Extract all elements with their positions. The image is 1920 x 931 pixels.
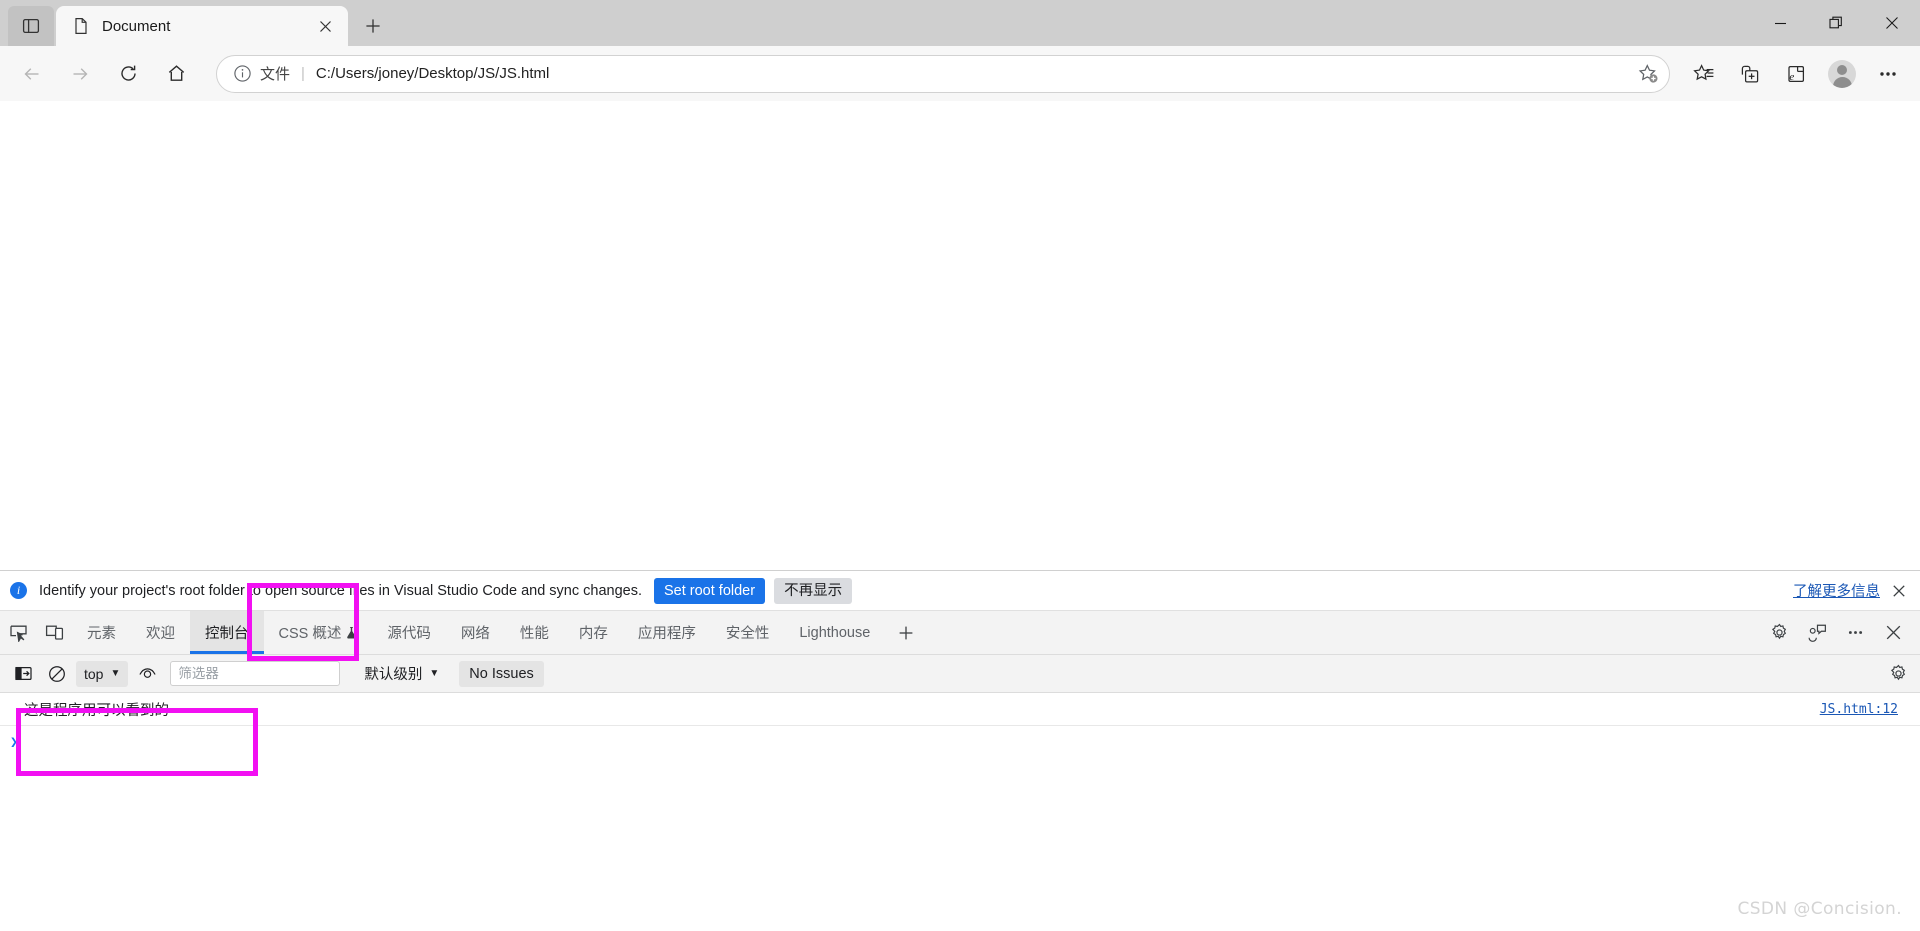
- info-icon: i: [10, 582, 27, 599]
- browser-title-bar: Document: [0, 0, 1920, 46]
- flask-icon: [346, 626, 357, 639]
- console-issues-badge[interactable]: No Issues: [459, 660, 544, 687]
- console-toolbar: top ▼ 默认级别 ▼ No Issues: [0, 655, 1920, 693]
- devtools-tab-welcome[interactable]: 欢迎: [131, 611, 190, 654]
- tab-label: 安全性: [725, 626, 770, 642]
- address-scheme-label: 文件: [260, 66, 291, 83]
- document-icon: [72, 17, 90, 35]
- watermark: CSDN @Concision.: [1737, 899, 1902, 919]
- devtools-infobar: i Identify your project's root folder to…: [0, 571, 1920, 611]
- console-message-text: 这是程序用可以看到的: [24, 702, 169, 719]
- svg-text:e: e: [1789, 71, 1794, 83]
- info-icon[interactable]: [233, 64, 253, 84]
- add-favorite-icon[interactable]: [1633, 59, 1663, 89]
- devtools-tab-lighthouse[interactable]: Lighthouse: [784, 611, 885, 654]
- devtools-tabbar: 元素 欢迎 控制台 CSS 概述 源代码 网络 性能 内存 应用程序 安全性 L…: [0, 611, 1920, 655]
- close-tab-icon[interactable]: [312, 13, 338, 39]
- avatar: [1828, 59, 1856, 88]
- devtools-tab-console[interactable]: 控制台: [190, 611, 264, 654]
- console-context-selector[interactable]: top ▼: [76, 660, 129, 687]
- tab-label: 欢迎: [146, 626, 175, 642]
- devtools-panel: i Identify your project's root folder to…: [0, 570, 1920, 868]
- browser-toolbar: 文件 | C:/Users/joney/Desktop/JS/JS.html e: [0, 46, 1920, 101]
- devtools-close-icon[interactable]: [1874, 614, 1912, 652]
- console-settings-icon[interactable]: [1882, 659, 1914, 689]
- console-output[interactable]: 这是程序用可以看到的 JS.html:12 ❯: [0, 693, 1920, 868]
- devtools-more-icon[interactable]: [1836, 614, 1874, 652]
- devtools-tab-network[interactable]: 网络: [446, 611, 505, 654]
- devtools-tab-sources[interactable]: 源代码: [372, 611, 446, 654]
- browser-tab[interactable]: Document: [56, 6, 348, 46]
- settings-more-icon[interactable]: [1868, 54, 1908, 94]
- devtools-settings-gear-icon[interactable]: [1760, 614, 1798, 652]
- address-separator: |: [301, 65, 305, 82]
- favorites-icon[interactable]: [1684, 54, 1724, 94]
- console-message-row[interactable]: 这是程序用可以看到的 JS.html:12: [0, 693, 1920, 726]
- tab-label: 控制台: [205, 626, 249, 642]
- device-toolbar-icon[interactable]: [36, 611, 72, 654]
- tab-label: 网络: [460, 626, 490, 642]
- ie-mode-icon[interactable]: e: [1776, 54, 1816, 94]
- console-sidebar-icon[interactable]: [8, 660, 38, 688]
- chevron-down-icon: ▼: [110, 668, 121, 679]
- profile-avatar[interactable]: [1822, 54, 1862, 94]
- tab-label: 源代码: [387, 626, 431, 642]
- devtools-tab-css-overview[interactable]: CSS 概述: [264, 611, 373, 654]
- devtools-tabbar-actions: [1760, 611, 1920, 654]
- devtools-tab-elements[interactable]: 元素: [72, 611, 131, 654]
- add-panel-icon[interactable]: [885, 611, 927, 654]
- close-window-icon[interactable]: [1864, 0, 1920, 46]
- back-icon[interactable]: [12, 54, 52, 94]
- console-context-value: top: [84, 665, 104, 682]
- forward-icon[interactable]: [60, 54, 100, 94]
- tab-label: 应用程序: [637, 626, 696, 642]
- tab-actions-icon[interactable]: [8, 6, 54, 46]
- devtools-feedback-icon[interactable]: [1798, 614, 1836, 652]
- new-tab-button[interactable]: [354, 7, 392, 45]
- refresh-icon[interactable]: [108, 54, 148, 94]
- console-filter-input[interactable]: [170, 661, 341, 686]
- infobar-message: Identify your project's root folder to o…: [39, 582, 642, 599]
- tab-label: 性能: [519, 626, 549, 642]
- console-level-selector[interactable]: 默认级别 ▼: [360, 663, 443, 684]
- tab-label: 元素: [87, 626, 116, 642]
- browser-tab-title: Document: [102, 17, 171, 35]
- address-bar[interactable]: 文件 | C:/Users/joney/Desktop/JS/JS.html: [216, 54, 1670, 93]
- tab-strip: Document: [0, 0, 392, 46]
- chevron-down-icon: ▼: [429, 668, 440, 679]
- collections-icon[interactable]: [1730, 54, 1770, 94]
- console-level-value: 默认级别: [364, 667, 423, 683]
- inspect-element-icon[interactable]: [0, 611, 36, 654]
- console-source-link[interactable]: JS.html:12: [1820, 702, 1898, 717]
- devtools-tab-application[interactable]: 应用程序: [623, 611, 711, 654]
- clear-console-icon[interactable]: [42, 660, 72, 688]
- set-root-folder-button[interactable]: Set root folder: [654, 577, 766, 604]
- dont-show-again-button[interactable]: 不再显示: [774, 577, 853, 604]
- restore-icon[interactable]: [1808, 0, 1864, 46]
- tab-label: Lighthouse: [799, 624, 871, 641]
- tab-label: CSS 概述: [278, 626, 342, 642]
- window-controls: [1752, 0, 1920, 46]
- address-url-text[interactable]: C:/Users/joney/Desktop/JS/JS.html: [316, 65, 1633, 82]
- console-input-prompt[interactable]: ❯: [0, 726, 1920, 758]
- minimize-icon[interactable]: [1752, 0, 1808, 46]
- live-expression-icon[interactable]: [132, 660, 162, 688]
- home-icon[interactable]: [156, 54, 196, 94]
- learn-more-link[interactable]: 了解更多信息: [1793, 580, 1880, 601]
- devtools-tab-performance[interactable]: 性能: [505, 611, 564, 654]
- close-infobar-icon[interactable]: [1888, 580, 1910, 602]
- prompt-chevron-icon: ❯: [10, 734, 18, 750]
- tab-label: 内存: [578, 626, 608, 642]
- devtools-tab-memory[interactable]: 内存: [564, 611, 623, 654]
- page-viewport[interactable]: [0, 101, 1920, 570]
- devtools-tab-security[interactable]: 安全性: [711, 611, 785, 654]
